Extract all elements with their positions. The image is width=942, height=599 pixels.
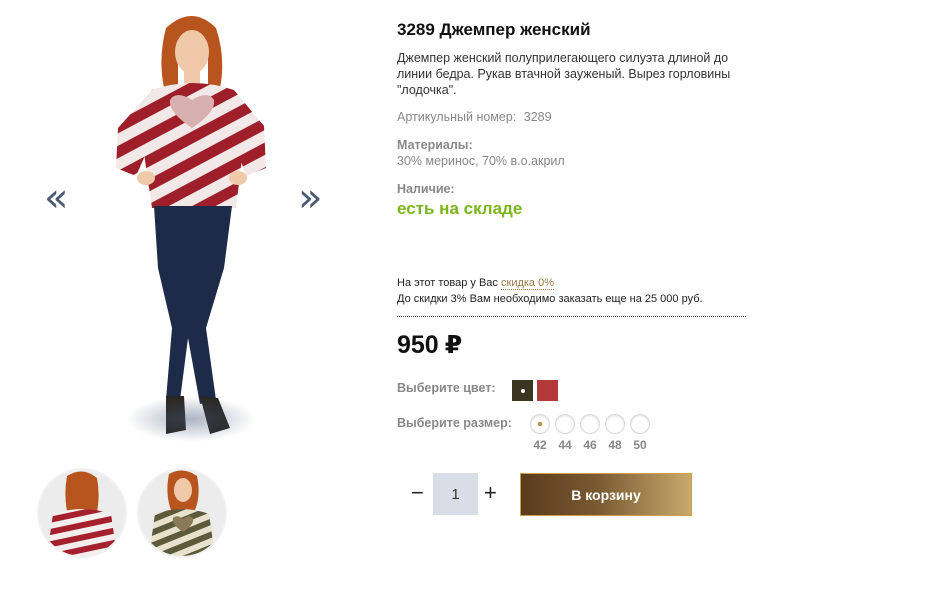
sku-label: Артикульный номер: bbox=[397, 110, 517, 124]
next-image-arrow-icon[interactable]: » bbox=[298, 176, 322, 220]
model-shadow bbox=[126, 396, 256, 442]
thumbnail-back-view[interactable] bbox=[37, 468, 127, 558]
color-label: Выберите цвет: bbox=[397, 381, 496, 395]
materials-label: Материалы: bbox=[397, 138, 473, 152]
discount-link[interactable]: скидка 0% bbox=[501, 277, 555, 290]
thumbnail-image bbox=[39, 470, 125, 556]
price-value: 950 bbox=[397, 331, 439, 359]
size-number: 50 bbox=[633, 438, 647, 452]
thumbnail-image bbox=[139, 470, 225, 556]
sku-value: 3289 bbox=[523, 110, 552, 124]
stock-status: есть на складе bbox=[397, 199, 523, 218]
color-swatch-red[interactable] bbox=[537, 380, 558, 401]
model-illustration bbox=[116, 16, 266, 434]
quantity-decrease-button[interactable]: − bbox=[411, 480, 424, 506]
product-description: Джемпер женский полуприлегающего силуэта… bbox=[397, 51, 731, 97]
stock-label: Наличие: bbox=[397, 182, 455, 196]
quantity-increase-button[interactable]: + bbox=[484, 480, 497, 506]
size-radio-50[interactable] bbox=[630, 414, 650, 434]
materials-value: 30% меринос, 70% в.о.акрил bbox=[397, 154, 565, 168]
size-number: 44 bbox=[558, 438, 572, 452]
size-radio-46[interactable] bbox=[580, 414, 600, 434]
size-number: 42 bbox=[533, 438, 547, 452]
discount-threshold: До скидки 3% Вам необходимо заказать еще… bbox=[397, 293, 703, 305]
size-number: 48 bbox=[608, 438, 622, 452]
size-number: 46 bbox=[583, 438, 597, 452]
prev-image-arrow-icon[interactable]: « bbox=[44, 176, 68, 220]
quantity-input[interactable] bbox=[433, 473, 478, 515]
size-label: Выберите размер: bbox=[397, 416, 512, 430]
price: 950 ₽ bbox=[397, 330, 462, 360]
thumbnail-olive-sweater[interactable] bbox=[137, 468, 227, 558]
ruble-icon: ₽ bbox=[444, 331, 463, 359]
main-product-image bbox=[96, 8, 288, 458]
color-swatch-dark-olive[interactable] bbox=[512, 380, 533, 401]
discount-info: На этот товар у Вас скидка 0% bbox=[397, 277, 555, 290]
size-radio-48[interactable] bbox=[605, 414, 625, 434]
discount-prefix: На этот товар у Вас bbox=[397, 277, 498, 289]
product-title: 3289 Джемпер женский bbox=[397, 20, 591, 39]
add-to-cart-button[interactable]: В корзину bbox=[520, 473, 692, 516]
divider bbox=[397, 316, 746, 317]
size-radio-42[interactable] bbox=[530, 414, 550, 434]
sku: Артикульный номер: 3289 bbox=[397, 110, 552, 124]
size-radio-44[interactable] bbox=[555, 414, 575, 434]
